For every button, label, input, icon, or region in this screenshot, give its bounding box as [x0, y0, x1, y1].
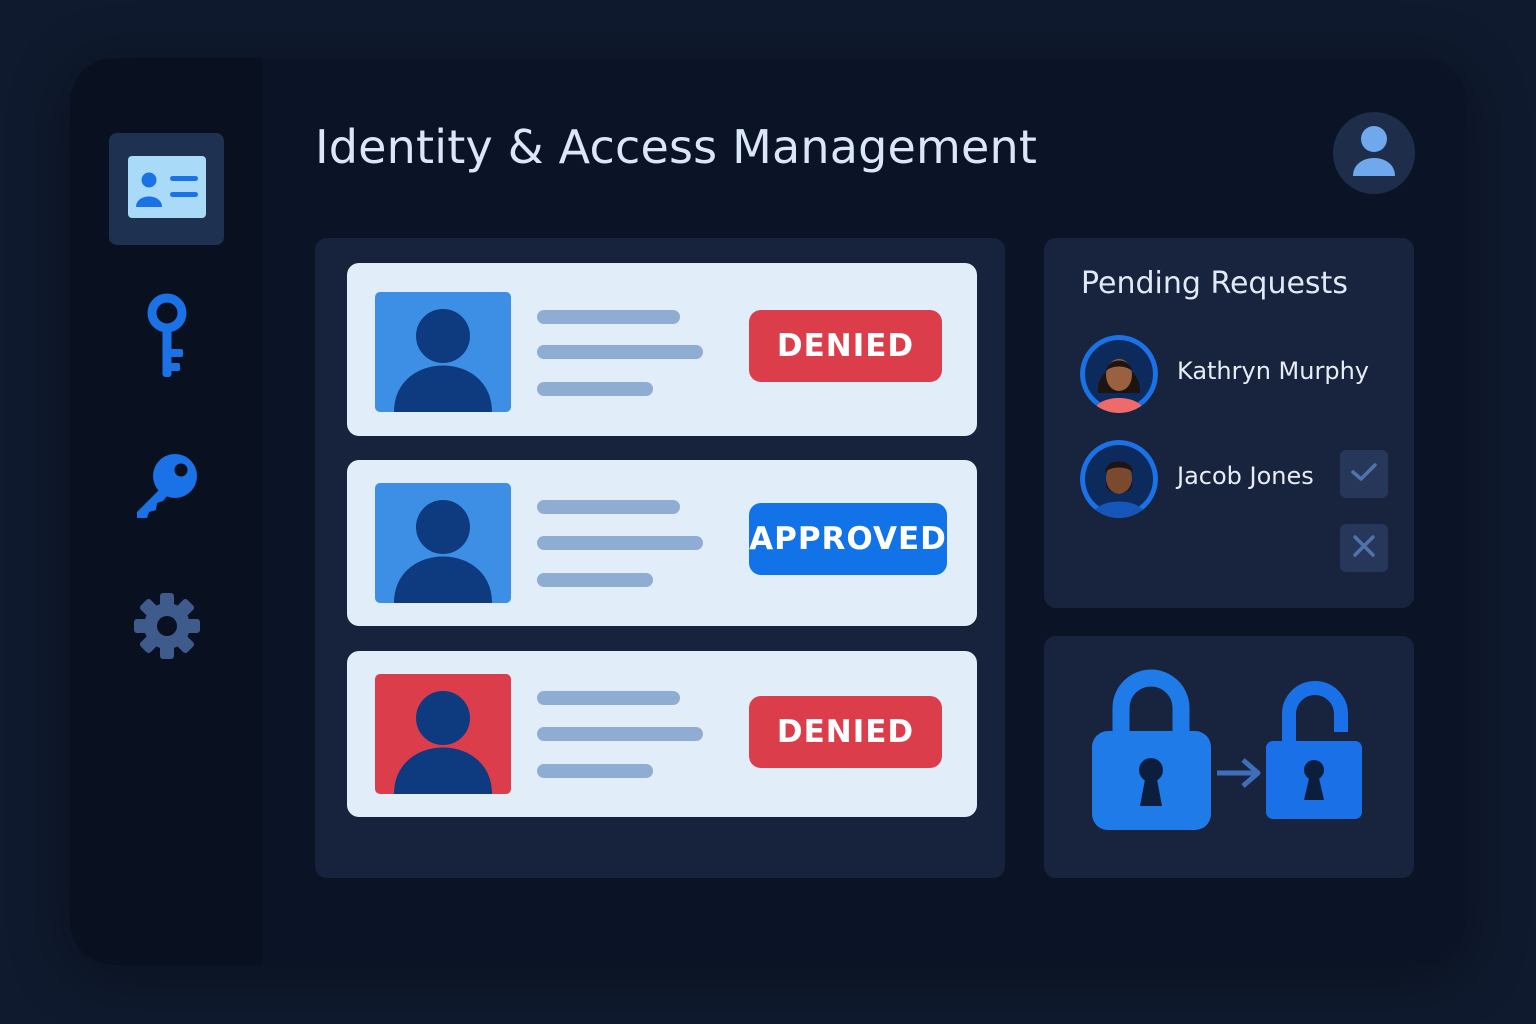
user-avatar-button[interactable]	[1333, 112, 1415, 194]
app-window: Identity & Access Management DENIED APPR…	[70, 58, 1466, 965]
key-icon	[144, 291, 190, 385]
text-placeholder	[537, 691, 680, 705]
user-photo	[375, 674, 511, 794]
text-placeholder	[537, 500, 680, 514]
text-placeholder	[537, 573, 653, 587]
record-card[interactable]: DENIED	[347, 263, 977, 436]
request-name: Kathryn Murphy	[1177, 357, 1369, 385]
text-placeholder	[537, 345, 703, 359]
sidebar-item-identities[interactable]	[109, 133, 224, 245]
pending-requests-panel: Pending Requests Kathryn Murphy Jacob Jo…	[1044, 238, 1414, 608]
status-badge-approved: APPROVED	[749, 503, 947, 575]
lock-transition-illustration	[1092, 669, 1362, 830]
page-title: Identity & Access Management	[315, 120, 1038, 174]
avatar	[1080, 335, 1158, 413]
sidebar-item-settings[interactable]	[109, 572, 224, 684]
main-content: Identity & Access Management DENIED APPR…	[263, 58, 1466, 965]
user-avatar-icon	[1351, 124, 1397, 182]
sidebar-item-credentials[interactable]	[109, 432, 224, 544]
key-icon	[131, 450, 203, 526]
sidebar	[70, 58, 263, 965]
record-card[interactable]: APPROVED	[347, 460, 977, 626]
user-photo	[375, 292, 511, 412]
status-badge-denied: DENIED	[749, 310, 942, 382]
lock-closed-icon	[1092, 669, 1211, 830]
reject-button[interactable]	[1340, 524, 1388, 572]
lock-open-icon	[1266, 681, 1362, 819]
arrow-right-icon	[1217, 758, 1261, 788]
status-badge-denied: DENIED	[749, 696, 942, 768]
sidebar-item-access-keys[interactable]	[109, 282, 224, 394]
id-card-icon	[127, 155, 207, 223]
record-card[interactable]: DENIED	[347, 651, 977, 817]
gear-icon	[132, 591, 202, 665]
text-placeholder	[537, 536, 703, 550]
lock-illustration-panel	[1044, 636, 1414, 878]
avatar	[1080, 440, 1158, 518]
pending-requests-title: Pending Requests	[1081, 266, 1348, 301]
access-records-panel: DENIED APPROVED DENIED	[315, 238, 1005, 878]
approve-button[interactable]	[1340, 450, 1388, 498]
close-icon	[1352, 534, 1376, 562]
user-photo	[375, 483, 511, 603]
request-name: Jacob Jones	[1177, 462, 1314, 490]
text-placeholder	[537, 764, 653, 778]
check-icon	[1350, 461, 1378, 487]
text-placeholder	[537, 382, 653, 396]
text-placeholder	[537, 727, 703, 741]
text-placeholder	[537, 310, 680, 324]
